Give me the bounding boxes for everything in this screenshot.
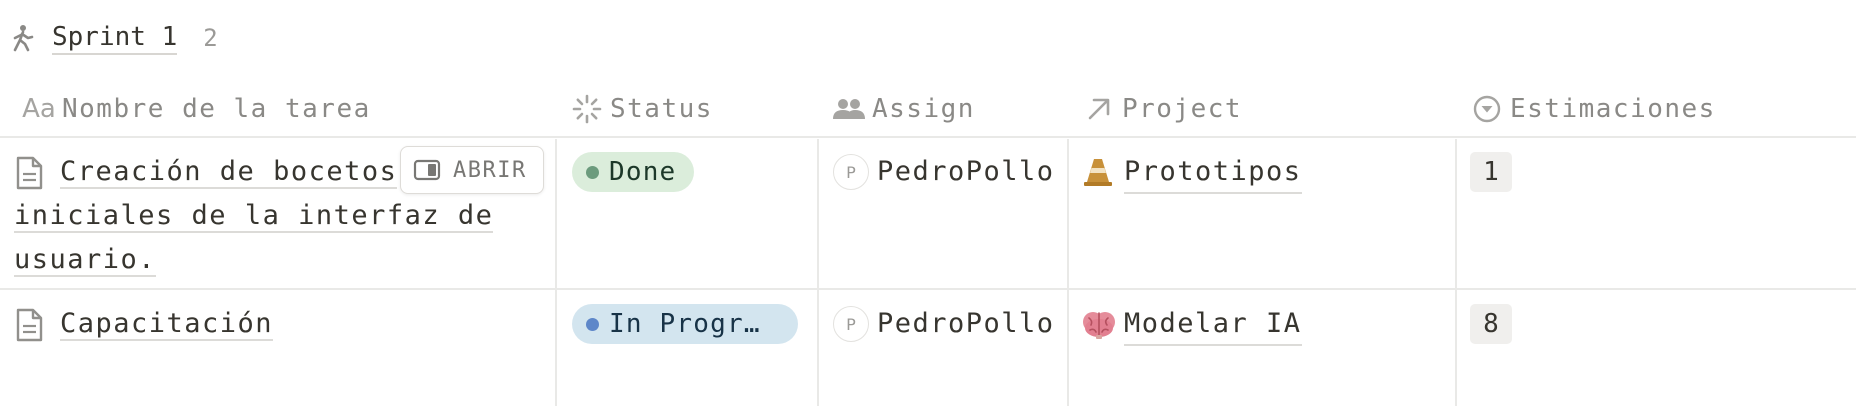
brain-icon (1082, 308, 1115, 340)
column-header-label: Project (1122, 94, 1243, 124)
status-label: In Progr… (609, 309, 761, 339)
select-chevron-icon (1470, 94, 1504, 124)
column-header-status[interactable]: Status (570, 80, 713, 138)
task-title-text[interactable]: Capacitación (60, 308, 274, 341)
column-header-label: Nombre de la tarea (62, 94, 371, 124)
status-dot (586, 165, 599, 179)
name-cell[interactable]: Capacitación (0, 290, 555, 402)
table-row[interactable]: Creación de bocetos iniciales de la inte… (0, 138, 1856, 290)
project-link[interactable]: Modelar IA (1124, 304, 1302, 346)
column-header-label: Estimaciones (1510, 94, 1716, 124)
estimate-badge: 1 (1470, 152, 1512, 192)
estimate-cell[interactable]: 1 (1456, 138, 1856, 288)
column-header-project[interactable]: Project (1082, 80, 1242, 138)
database-table: Aa Nombre de la tarea Status Assign Proj… (0, 80, 1856, 402)
column-divider[interactable] (555, 139, 557, 406)
title-aa-icon: Aa (22, 94, 56, 124)
person-walking-icon (10, 23, 40, 53)
project-cell[interactable]: Modelar IA (1068, 290, 1455, 402)
project-link[interactable]: Prototipos (1124, 152, 1302, 194)
task-title[interactable]: Capacitación (14, 302, 534, 346)
column-divider[interactable] (1067, 139, 1069, 406)
open-page-button[interactable]: ABRIR (400, 146, 544, 194)
side-peek-icon (413, 158, 441, 182)
estimate-badge: 8 (1470, 304, 1512, 344)
relation-arrow-icon (1082, 94, 1116, 124)
project-cell[interactable]: Prototipos (1068, 138, 1455, 288)
estimate-cell[interactable]: 8 (1456, 290, 1856, 402)
column-header-estimate[interactable]: Estimaciones (1470, 80, 1716, 138)
avatar: P (833, 306, 869, 342)
column-header-assign[interactable]: Assign (832, 80, 975, 138)
status-cell[interactable]: Done (556, 138, 818, 288)
avatar: P (833, 154, 869, 190)
column-header-label: Assign (872, 94, 975, 124)
status-dot (586, 317, 599, 331)
group-count: 2 (203, 24, 218, 52)
assignee-name: PedroPollo (877, 156, 1055, 187)
column-header-name[interactable]: Aa Nombre de la tarea (22, 80, 371, 138)
assignee-name: PedroPollo (877, 308, 1055, 339)
status-cell[interactable]: In Progr… (556, 290, 818, 402)
people-icon (832, 94, 866, 124)
status-spinner-icon (570, 94, 604, 124)
column-divider[interactable] (1455, 139, 1457, 406)
assign-cell[interactable]: P PedroPollo (819, 138, 1067, 288)
traffic-cone-icon (1082, 156, 1114, 188)
column-divider[interactable] (817, 139, 819, 406)
group-header: Sprint 1 2 (0, 16, 218, 60)
status-badge[interactable]: Done (572, 152, 695, 192)
status-label: Done (609, 157, 677, 187)
assign-cell[interactable]: P PedroPollo (819, 290, 1067, 402)
table-header-row: Aa Nombre de la tarea Status Assign Proj… (0, 80, 1856, 138)
status-badge[interactable]: In Progr… (572, 304, 798, 344)
table-row[interactable]: Capacitación In Progr… P PedroPollo Mode… (0, 290, 1856, 402)
column-header-label: Status (610, 94, 713, 124)
open-button-label: ABRIR (453, 157, 527, 183)
group-title[interactable]: Sprint 1 (52, 21, 178, 55)
